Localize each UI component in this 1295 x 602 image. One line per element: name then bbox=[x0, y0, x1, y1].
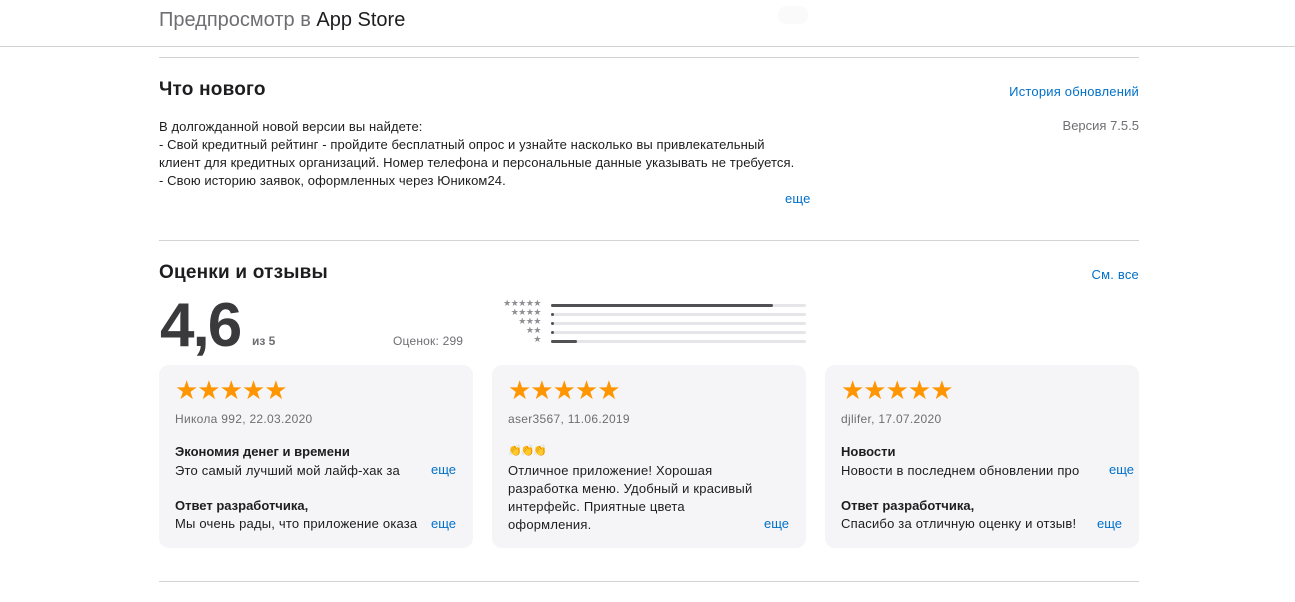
developer-response-title: Ответ разработчика, bbox=[175, 498, 309, 513]
developer-response-body: Мы очень рады, что приложение оказа bbox=[175, 516, 418, 531]
histogram-fill bbox=[551, 331, 554, 334]
developer-response-more-link[interactable]: еще bbox=[1089, 516, 1123, 531]
developer-response-title: Ответ разработчика, bbox=[841, 498, 975, 513]
version-history-link[interactable]: История обновлений bbox=[1009, 84, 1139, 99]
histogram-fill bbox=[551, 340, 577, 343]
review-card: ★★★★★ djlifer, 17.07.2020 Новости Новост… bbox=[825, 365, 1139, 548]
histogram-track bbox=[551, 313, 806, 316]
review-more-link[interactable]: еще bbox=[756, 516, 790, 531]
review-meta: aser3567, 11.06.2019 bbox=[508, 412, 630, 426]
review-stars: ★★★★★ bbox=[175, 375, 288, 405]
review-body: Новости в последнем обновлении про bbox=[841, 463, 1080, 478]
review-card: ★★★★★ aser3567, 11.06.2019 👏👏👏 Отличное … bbox=[492, 365, 806, 548]
review-body: Это самый лучший мой лайф-хак за bbox=[175, 463, 400, 478]
histogram-track bbox=[551, 340, 806, 343]
review-more-link[interactable]: еще bbox=[423, 462, 457, 477]
histogram-stars: ★ bbox=[533, 334, 541, 344]
whats-new-more-link[interactable]: еще bbox=[779, 191, 811, 206]
review-title: Экономия денег и времени bbox=[175, 444, 350, 459]
rating-out-of: из 5 bbox=[252, 334, 276, 348]
review-body: Отличное приложение! Хорошая разработка … bbox=[508, 463, 753, 532]
histogram-track bbox=[551, 322, 806, 325]
review-stars: ★★★★★ bbox=[841, 375, 954, 405]
average-rating: 4,6 bbox=[160, 291, 242, 360]
header-prefix: Предпросмотр в bbox=[159, 9, 311, 31]
review-more-link[interactable]: еще bbox=[1101, 462, 1135, 477]
histogram-row: ★ bbox=[486, 334, 806, 346]
histogram-track bbox=[551, 331, 806, 334]
developer-response-more-link[interactable]: еще bbox=[423, 516, 457, 531]
page-header-title: Предпросмотр в App Store bbox=[159, 9, 405, 32]
developer-response-body: Спасибо за отличную оценку и отзыв! bbox=[841, 516, 1077, 531]
header-decoration bbox=[778, 6, 808, 24]
review-card: ★★★★★ Никола 992, 22.03.2020 Экономия де… bbox=[159, 365, 473, 548]
histogram-fill bbox=[551, 313, 554, 316]
version-label: Версия 7.5.5 bbox=[1062, 118, 1139, 133]
histogram-fill bbox=[551, 304, 773, 307]
rating-count: Оценок: 299 bbox=[393, 334, 464, 348]
divider bbox=[159, 581, 1139, 582]
review-stars: ★★★★★ bbox=[508, 375, 621, 405]
divider bbox=[159, 57, 1139, 58]
histogram-fill bbox=[551, 322, 554, 325]
whats-new-title: Что нового bbox=[159, 79, 266, 100]
review-meta: Никола 992, 22.03.2020 bbox=[175, 412, 313, 426]
review-title: Новости bbox=[841, 444, 896, 459]
whats-new-text: В долгожданной новой версии вы найдете: … bbox=[159, 119, 795, 188]
top-bar: Предпросмотр в App Store bbox=[0, 0, 1295, 47]
review-title: 👏👏👏 bbox=[508, 445, 547, 457]
histogram-track bbox=[551, 304, 806, 307]
divider bbox=[159, 240, 1139, 241]
ratings-title: Оценки и отзывы bbox=[159, 262, 328, 283]
see-all-link[interactable]: См. все bbox=[1092, 267, 1139, 282]
header-app-store: App Store bbox=[316, 9, 406, 31]
review-meta: djlifer, 17.07.2020 bbox=[841, 412, 942, 426]
